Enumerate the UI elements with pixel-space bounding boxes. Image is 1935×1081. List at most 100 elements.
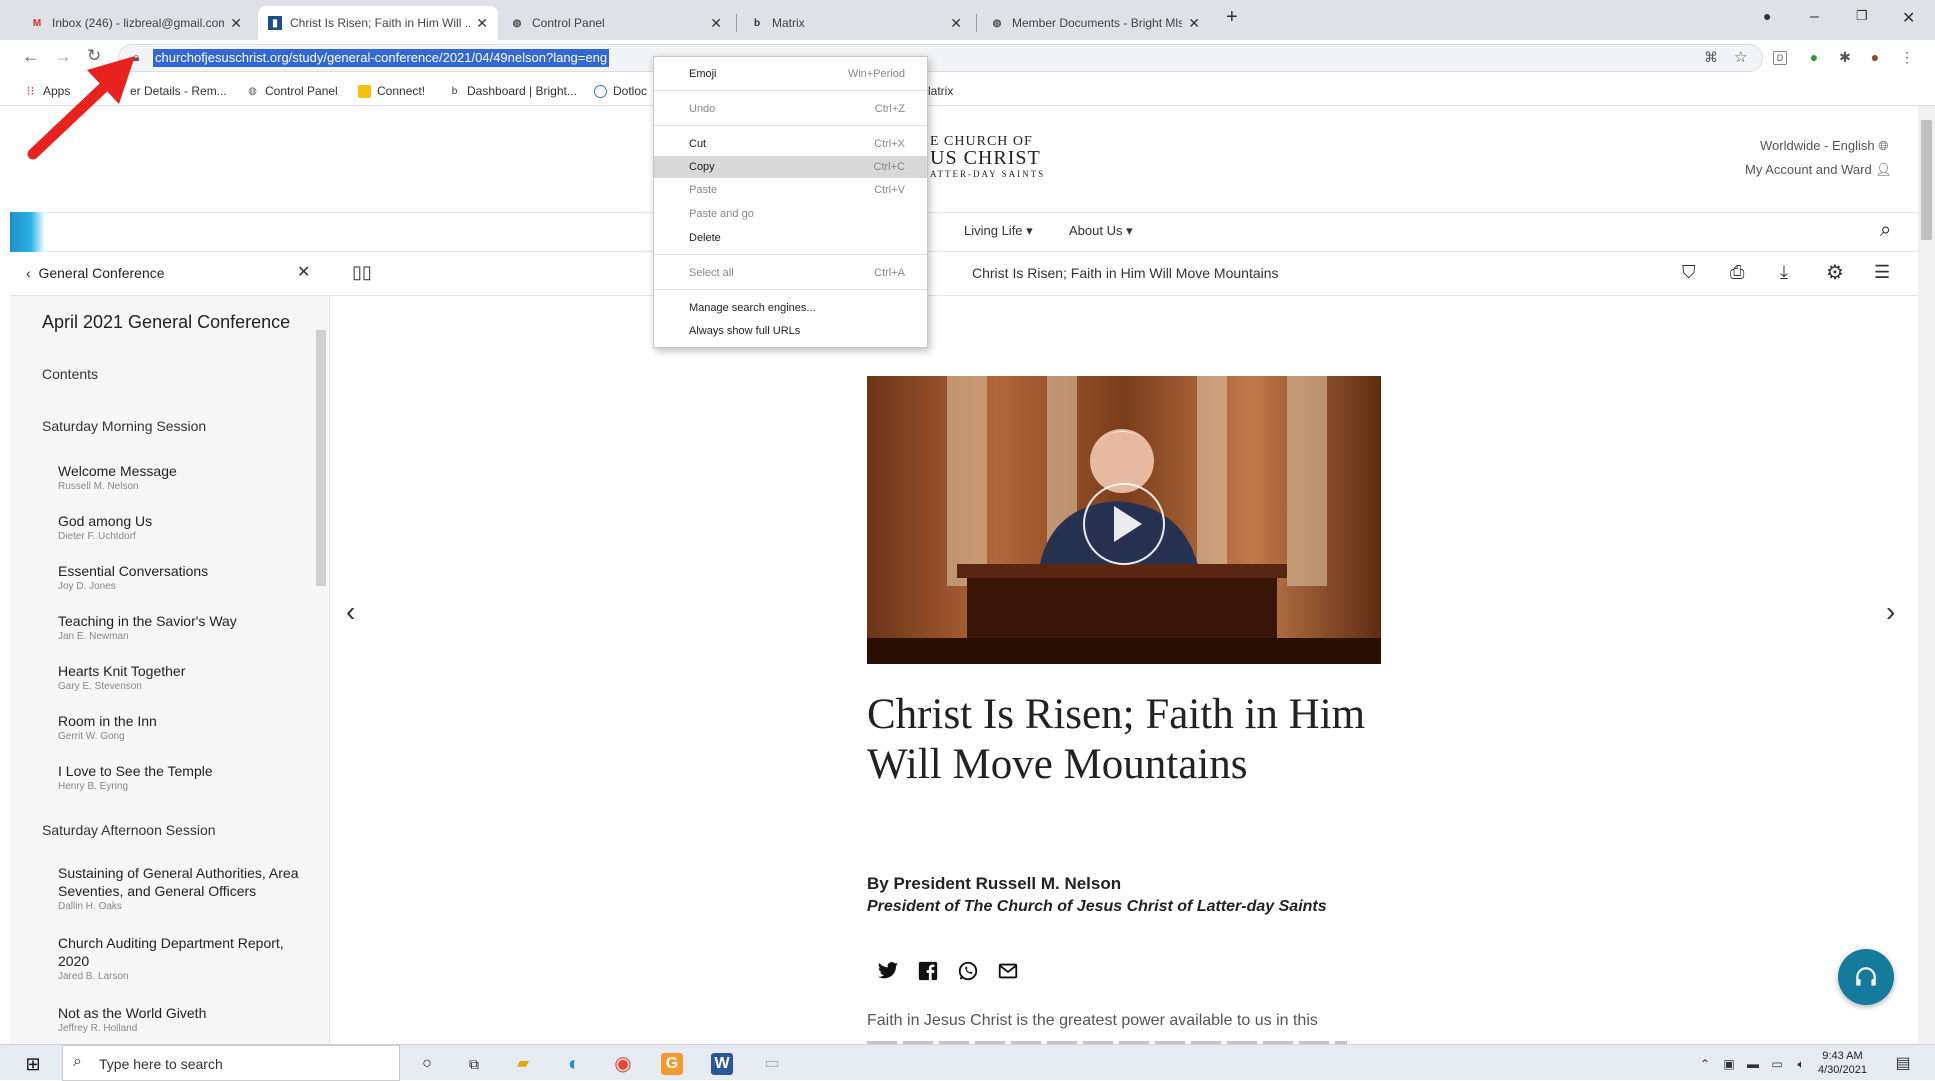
windows-start-icon[interactable]: ⊞ — [22, 1053, 44, 1075]
list-item[interactable]: Hearts Knit Together Gary E. Stevenson — [58, 662, 318, 694]
list-item[interactable]: Essential Conversations Joy D. Jones — [58, 562, 318, 594]
notifications-icon[interactable]: ▤ — [1892, 1053, 1914, 1075]
edge-icon[interactable]: ◐ — [563, 1053, 585, 1075]
taskbar-search-box[interactable]: ⌕ Type here to search — [62, 1045, 400, 1081]
app-icon[interactable]: ▭ — [761, 1053, 783, 1075]
star-icon[interactable]: ☆ — [1734, 48, 1747, 66]
tray-app-icon[interactable]: ▣ — [1718, 1053, 1740, 1075]
kebab-menu-icon[interactable]: ⋮ — [1898, 49, 1916, 67]
network-icon[interactable]: ▭ — [1766, 1053, 1788, 1075]
menu-item-copy[interactable]: Copy Ctrl+C — [654, 156, 927, 178]
page-scrollbar-thumb[interactable] — [1921, 120, 1932, 240]
menu-item-undo[interactable]: Undo Ctrl+Z — [654, 98, 927, 120]
minimize-icon[interactable]: – — [1810, 8, 1819, 26]
menu-item-always-show-full-urls[interactable]: Always show full URLs — [654, 320, 927, 342]
address-bar[interactable]: 🔒︎ churchofjesuschrist.org/study/general… — [118, 44, 1763, 72]
task-view-icon[interactable]: ⧉ — [463, 1053, 485, 1075]
tab-article[interactable]: ▮ Christ Is Risen; Faith in Him Will ...… — [258, 6, 498, 40]
next-article-icon[interactable]: › — [1886, 596, 1895, 628]
menu-item-delete[interactable]: Delete — [654, 227, 927, 249]
section-saturday-afternoon[interactable]: Saturday Afternoon Session — [42, 822, 216, 838]
puzzle-extensions-icon[interactable]: ✱ — [1836, 49, 1854, 67]
close-icon[interactable]: ✕ — [710, 15, 722, 32]
audio-player-button[interactable] — [1838, 949, 1894, 1005]
list-item[interactable]: God among Us Dieter F. Uchtdorf — [58, 512, 318, 544]
volume-icon[interactable]: 🔈︎ — [1790, 1053, 1812, 1075]
print-icon[interactable]: ⎙ — [1730, 262, 1744, 283]
avatar[interactable]: ● — [1866, 49, 1884, 67]
file-explorer-icon[interactable]: ▰ — [512, 1053, 534, 1075]
list-item[interactable]: Welcome Message Russell M. Nelson — [58, 462, 318, 494]
browser-toolbar: ← → ↻ 🔒︎ churchofjesuschrist.org/study/g… — [0, 40, 1935, 76]
tab-matrix[interactable]: b Matrix ✕ — [740, 6, 972, 40]
menu-item-select-all[interactable]: Select all Ctrl+A — [654, 262, 927, 284]
account-link[interactable]: My Account and Ward 👤︎ — [1745, 162, 1892, 178]
tab-control-panel[interactable]: ◍ Control Panel ✕ — [500, 6, 732, 40]
word-icon[interactable]: W — [711, 1053, 733, 1075]
search-icon[interactable]: ⌕ — [1880, 219, 1891, 242]
menu-divider — [654, 90, 927, 91]
close-icon[interactable]: ✕ — [476, 15, 488, 32]
close-icon[interactable]: ✕ — [950, 15, 962, 32]
section-saturday-morning[interactable]: Saturday Morning Session — [42, 418, 206, 434]
previous-article-icon[interactable]: ‹ — [346, 596, 355, 628]
list-item[interactable]: Not as the World Giveth Jeffrey R. Hollan… — [58, 1004, 318, 1036]
profile-dot-icon[interactable]: ● — [1763, 8, 1771, 24]
list-item[interactable]: Sustaining of General Authorities, Area … — [58, 864, 318, 914]
bookmark-connect[interactable]: Connect! — [358, 84, 425, 98]
caret-down-icon: ▾ — [1026, 223, 1033, 238]
chevron-up-icon[interactable]: ⌃ — [1694, 1053, 1716, 1075]
close-icon[interactable]: ✕ — [230, 15, 242, 32]
language-selector[interactable]: Worldwide - English 🌐︎ — [1760, 138, 1889, 154]
restore-icon[interactable]: ❐ — [1856, 8, 1868, 24]
church-logo[interactable]: E CHURCH OF US CHRIST ATTER-DAY SAINTS — [930, 134, 1045, 182]
bookmark-control-panel[interactable]: ◍ Control Panel — [246, 84, 338, 98]
menu-living-life[interactable]: Living Life ▾ — [964, 223, 1033, 239]
qr-icon[interactable]: ⌘ — [1704, 49, 1718, 66]
menu-item-paste[interactable]: Paste Ctrl+V — [654, 179, 927, 201]
close-window-icon[interactable]: ✕ — [1902, 8, 1915, 28]
page-scrollbar[interactable] — [1918, 106, 1935, 1044]
new-tab-icon[interactable]: + — [1226, 6, 1238, 29]
list-icon[interactable]: ☰ — [1874, 262, 1890, 283]
app-g-icon[interactable]: G — [661, 1053, 683, 1075]
brightmls-icon: b — [753, 17, 761, 29]
menu-item-paste-and-go[interactable]: Paste and go — [654, 203, 927, 225]
menu-about-us[interactable]: About Us ▾ — [1069, 223, 1133, 239]
bookmark-dotloop[interactable]: Dotloc — [594, 84, 647, 98]
list-item[interactable]: Teaching in the Savior's Way Jan E. Newma… — [58, 612, 318, 644]
video-player[interactable] — [867, 376, 1381, 664]
bookmark-matrix[interactable]: latrix — [928, 84, 953, 98]
email-icon[interactable] — [997, 960, 1019, 982]
tab-gmail[interactable]: M Inbox (246) - lizbreal@gmail.com ✕ — [20, 6, 252, 40]
list-item[interactable]: Church Auditing Department Report, 2020 J… — [58, 934, 318, 984]
url-text-selected[interactable]: churchofjesuschrist.org/study/general-co… — [153, 49, 610, 67]
list-item[interactable]: Room in the Inn Gerrit W. Gong — [58, 712, 318, 744]
whatsapp-icon[interactable] — [957, 960, 979, 982]
extension-icon[interactable]: D — [1773, 51, 1787, 65]
menu-item-cut[interactable]: Cut Ctrl+X — [654, 133, 927, 155]
battery-icon[interactable]: ▬ — [1742, 1053, 1764, 1075]
twitter-icon[interactable] — [877, 960, 899, 982]
caret-down-icon: ▾ — [1126, 223, 1133, 238]
settings-gear-icon[interactable]: ⚙ — [1826, 260, 1844, 285]
list-item[interactable]: I Love to See the Temple Henry B. Eyring — [58, 762, 318, 794]
bookmark-icon[interactable]: ⛉ — [1682, 262, 1696, 283]
close-icon[interactable]: ✕ — [297, 262, 310, 282]
download-icon[interactable]: ⤓ — [1780, 262, 1788, 283]
system-clock[interactable]: 9:43 AM 4/30/2021 — [1818, 1049, 1867, 1077]
tab-member-documents[interactable]: ◍ Member Documents - Bright Mls ✕ — [980, 6, 1210, 40]
cortana-icon[interactable]: ○ — [416, 1053, 438, 1075]
book-icon[interactable]: ▯▯ — [352, 262, 372, 283]
bookmark-dashboard[interactable]: b Dashboard | Bright... — [448, 84, 577, 98]
grammarly-extension-icon[interactable]: ● — [1805, 49, 1823, 67]
chevron-left-icon: ‹ — [26, 265, 31, 281]
facebook-icon[interactable] — [917, 960, 939, 982]
sidebar-contents-link[interactable]: Contents — [42, 366, 98, 382]
chrome-icon[interactable]: ◉ — [612, 1053, 634, 1075]
menu-item-manage-search-engines[interactable]: Manage search engines... — [654, 297, 927, 319]
back-to-conference[interactable]: ‹ General Conference — [26, 265, 165, 281]
menu-item-emoji[interactable]: Emoji Win+Period — [654, 63, 927, 85]
close-icon[interactable]: ✕ — [1188, 15, 1200, 32]
sidebar-scrollbar[interactable] — [316, 330, 326, 586]
